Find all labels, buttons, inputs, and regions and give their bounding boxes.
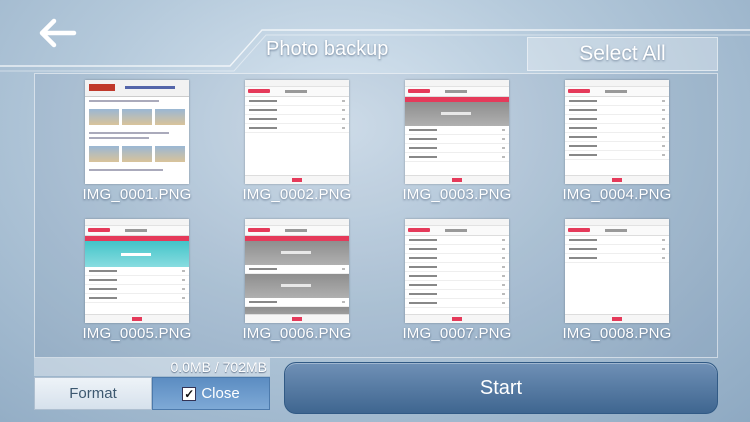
photo-thumbnail [245,219,349,323]
photo-thumbnail [565,80,669,184]
close-toggle-button[interactable]: ✓ Close [152,377,270,410]
page-title: Photo backup [266,38,389,60]
photo-tile[interactable]: IMG_0007.PNG [377,213,527,343]
photo-thumbnail [405,219,509,323]
start-label: Start [479,376,523,399]
back-arrow-icon [39,18,77,48]
back-button[interactable] [34,14,82,52]
photo-thumbnail [245,80,349,184]
photo-tile[interactable]: IMG_0005.PNG [57,213,207,343]
photo-gallery: IMG_0001.PNG IMG_0002.PNG IMG_0003.PNG I… [34,73,718,358]
photo-filename: IMG_0001.PNG [82,186,192,203]
photo-filename: IMG_0003.PNG [402,186,512,203]
checkbox-checked-icon[interactable]: ✓ [182,386,197,401]
format-label: Format [69,385,117,402]
photo-filename: IMG_0004.PNG [562,186,672,203]
photo-tile[interactable]: IMG_0004.PNG [537,74,687,204]
close-label: Close [201,385,240,402]
photo-thumbnail [565,219,669,323]
photo-filename: IMG_0007.PNG [402,325,512,342]
format-button[interactable]: Format [34,377,152,410]
photo-thumbnail [85,80,189,184]
photo-filename: IMG_0006.PNG [242,325,352,342]
photo-filename: IMG_0002.PNG [242,186,352,203]
photo-thumbnail [405,80,509,184]
photo-tile[interactable]: IMG_0003.PNG [377,74,527,204]
photo-filename: IMG_0005.PNG [82,325,192,342]
storage-usage: 0.0MB / 702MB [34,358,270,376]
photo-tile[interactable]: IMG_0001.PNG [57,74,207,204]
photo-tile[interactable]: IMG_0008.PNG [537,213,687,343]
photo-tile[interactable]: IMG_0002.PNG [217,74,367,204]
photo-filename: IMG_0008.PNG [562,325,672,342]
start-button[interactable]: Start [284,362,718,414]
photo-tile[interactable]: IMG_0006.PNG [217,213,367,343]
select-all-button[interactable]: Select All [527,37,718,71]
photo-thumbnail [85,219,189,323]
